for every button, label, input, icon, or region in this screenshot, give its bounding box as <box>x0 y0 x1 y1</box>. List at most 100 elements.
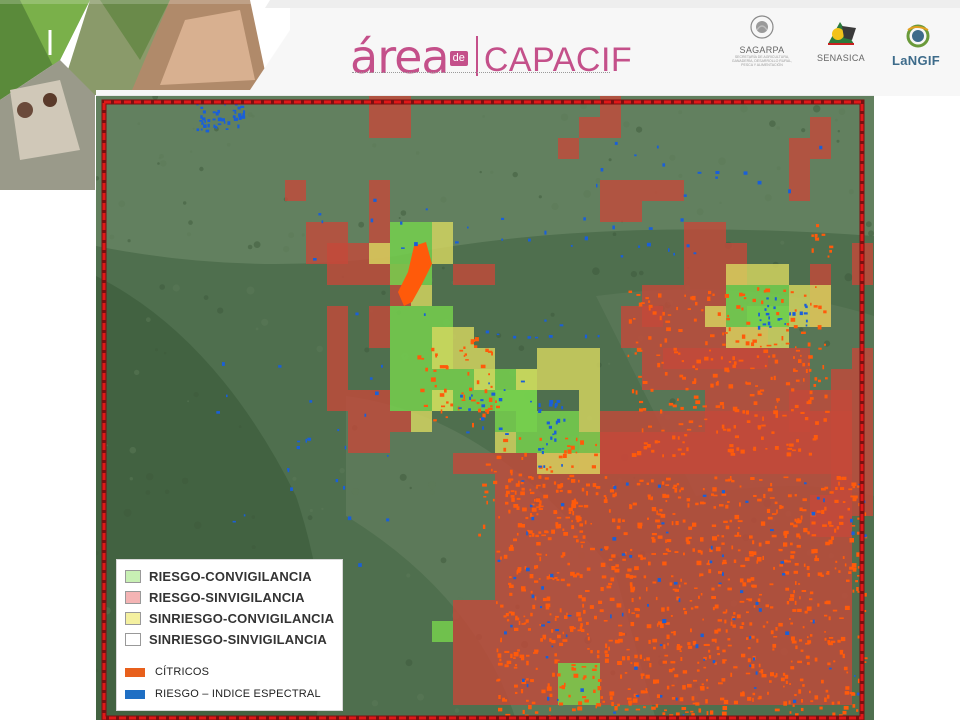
citricos-plot <box>679 374 684 378</box>
indice-espectral-point <box>240 105 245 108</box>
citricos-plot <box>515 615 518 618</box>
citricos-plot <box>714 476 718 480</box>
citricos-plot <box>666 477 671 481</box>
citricos-plot <box>801 699 803 703</box>
citricos-plot <box>695 400 701 405</box>
indice-espectral-point <box>297 440 301 443</box>
citricos-plot <box>531 533 535 537</box>
risk-cell-r <box>285 180 306 201</box>
terrain-speck <box>428 481 436 489</box>
indice-espectral-point <box>755 601 759 605</box>
citricos-plot <box>551 629 554 633</box>
citricos-plot <box>760 389 765 392</box>
citricos-plot <box>761 436 764 440</box>
citricos-plot <box>813 384 817 387</box>
citricos-plot <box>686 498 691 502</box>
citricos-plot <box>702 502 706 505</box>
citricos-plot <box>784 533 787 538</box>
terrain-speck <box>193 392 199 398</box>
citricos-plot <box>629 504 631 506</box>
terrain-speck <box>316 345 323 353</box>
citricos-plot <box>508 582 512 585</box>
terrain-speck <box>372 143 377 148</box>
citricos-plot <box>581 666 587 668</box>
citricos-plot <box>791 388 795 392</box>
citricos-plot <box>474 345 478 348</box>
citricos-plot <box>553 481 557 485</box>
indice-espectral-point <box>530 400 532 403</box>
citricos-plot <box>508 478 514 481</box>
citricos-plot <box>809 598 813 601</box>
citricos-plot <box>703 666 707 669</box>
citricos-plot <box>567 445 571 447</box>
citricos-plot <box>832 609 838 612</box>
citricos-plot <box>582 696 587 699</box>
citricos-plot <box>461 399 466 401</box>
citricos-plot <box>573 498 576 502</box>
citricos-plot <box>727 478 733 481</box>
citricos-plot <box>727 644 732 647</box>
citricos-plot <box>834 528 837 533</box>
citricos-plot <box>642 381 648 384</box>
terrain-speck <box>834 118 838 122</box>
citricos-plot <box>827 255 830 258</box>
citricos-plot <box>545 468 549 471</box>
citricos-plot <box>748 551 754 555</box>
indice-espectral-point <box>370 218 374 223</box>
citricos-plot <box>741 653 746 658</box>
citricos-plot <box>732 406 738 411</box>
terrain-speck <box>865 221 872 228</box>
indice-espectral-point <box>561 464 563 467</box>
citricos-plot <box>608 646 610 651</box>
indice-espectral-point <box>712 660 716 664</box>
citricos-plot <box>643 446 648 450</box>
risk-cell-r <box>579 117 600 138</box>
indice-espectral-point <box>234 111 237 114</box>
citricos-plot <box>662 712 666 716</box>
citricos-plot <box>616 603 622 608</box>
citricos-plot <box>810 634 813 637</box>
indice-espectral-point <box>621 612 624 617</box>
citricos-plot <box>616 525 621 530</box>
citricos-plot <box>520 482 524 485</box>
indice-espectral-point <box>565 634 568 638</box>
citricos-plot <box>846 671 849 674</box>
citricos-plot <box>637 451 642 456</box>
citricos-plot <box>567 490 572 494</box>
citricos-plot <box>474 337 479 342</box>
terrain-speck <box>246 286 255 295</box>
indice-espectral-point <box>358 563 362 567</box>
citricos-plot <box>684 611 687 615</box>
indice-espectral-point <box>789 312 791 315</box>
citricos-plot <box>790 551 796 554</box>
sagarpa-subtitle: SECRETARÍA DE AGRICULTURA, GANADERÍA, DE… <box>731 55 793 67</box>
citricos-plot <box>749 554 754 557</box>
citricos-plot <box>786 443 789 446</box>
citricos-plot <box>570 445 575 450</box>
indice-espectral-point <box>543 465 546 468</box>
citricos-plot <box>498 695 501 699</box>
citricos-plot <box>790 594 795 598</box>
citricos-plot <box>555 522 559 527</box>
citricos-plot <box>728 327 731 332</box>
indice-espectral-point <box>600 548 603 551</box>
citricos-plot <box>482 524 486 529</box>
citricos-plot <box>522 709 525 714</box>
citricos-plot <box>651 533 657 536</box>
citricos-plot <box>790 555 795 559</box>
citricos-plot <box>672 667 675 671</box>
citricos-plot <box>521 457 524 460</box>
citricos-plot <box>807 531 810 535</box>
citricos-plot <box>680 657 683 661</box>
risk-cell-r <box>327 369 348 411</box>
terrain-speck <box>678 173 683 178</box>
citricos-plot <box>666 327 671 332</box>
mexico-seal-icon <box>750 15 774 39</box>
citricos-plot <box>706 711 709 716</box>
citricos-plot <box>773 410 778 415</box>
citricos-plot <box>486 500 488 505</box>
citricos-plot <box>746 321 751 325</box>
citricos-plot <box>678 423 684 426</box>
citricos-plot <box>421 357 425 360</box>
indice-espectral-point <box>703 658 705 661</box>
